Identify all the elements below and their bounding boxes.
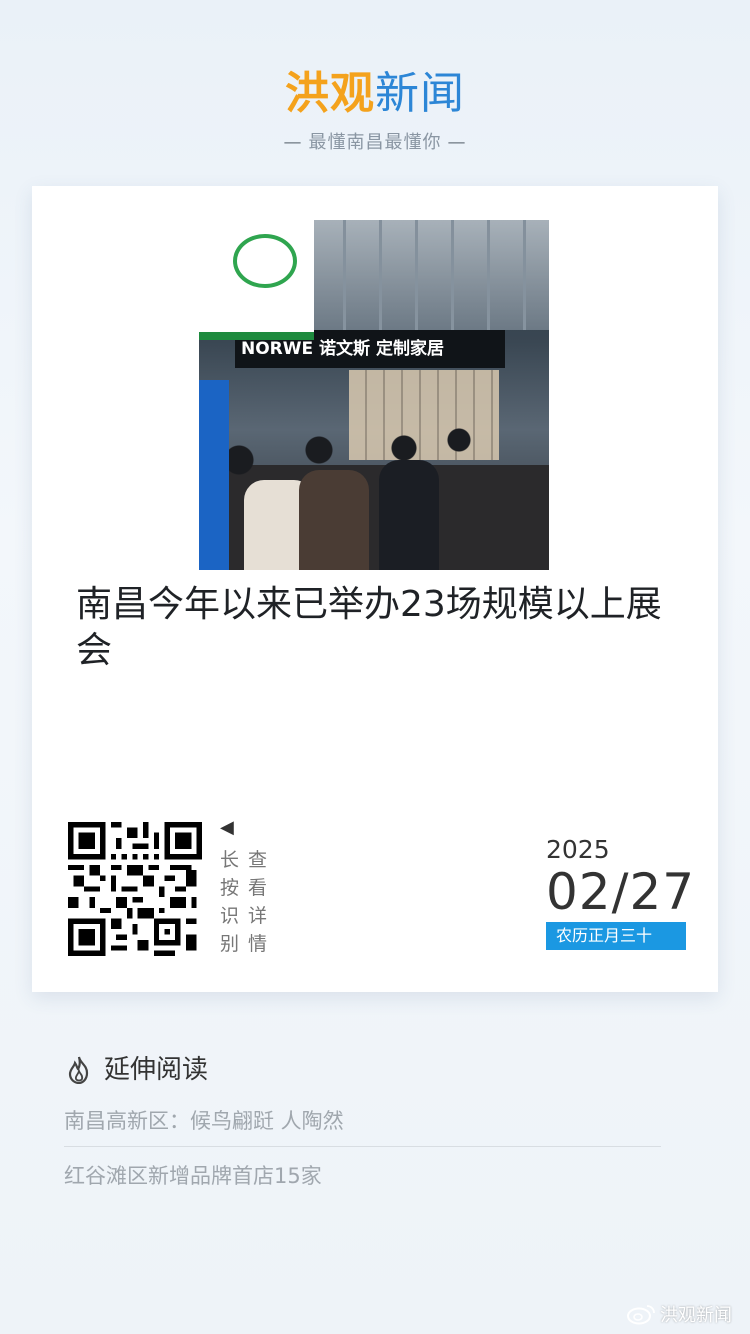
date-month-day: 02/27: [546, 863, 694, 921]
photo-booth-logo: [233, 234, 297, 288]
qr-code-icon: [68, 822, 202, 956]
slogan-dash-right: —: [447, 132, 467, 153]
date-block: 2025 02/27 农历正月三十: [546, 835, 694, 950]
news-photo: NORWE 诺文斯 定制家居: [199, 220, 549, 570]
slogan-text: 最懂南昌最懂你: [308, 132, 442, 153]
watermark-text: 洪观新闻: [660, 1305, 732, 1326]
date-day: 27: [629, 863, 696, 921]
brand-logo: 洪观新闻: [0, 66, 750, 122]
brand-logo-part2: 新闻: [375, 68, 465, 119]
related-header: 延伸阅读: [66, 1052, 208, 1088]
hint-text-col2: 查看详情: [248, 849, 268, 955]
photo-banner: [199, 380, 229, 570]
brand-header: 洪观新闻 — 最懂南昌最懂你 —: [0, 66, 750, 154]
weibo-icon: [627, 1305, 655, 1325]
hint-arrow-icon: ◀: [220, 817, 234, 838]
related-divider: [64, 1146, 661, 1147]
date-year: 2025: [546, 835, 610, 864]
related-title: 延伸阅读: [104, 1055, 209, 1085]
qr-hint: ◀ 长按识别 查看详情: [220, 818, 280, 958]
slogan-dash-left: —: [283, 132, 303, 153]
date-slash: /: [611, 863, 630, 921]
date-month: 02: [546, 863, 612, 921]
article-headline: 南昌今年以来已举办23场规模以上展会: [76, 584, 662, 671]
brand-slogan: — 最懂南昌最懂你 —: [0, 128, 750, 154]
weibo-watermark: 洪观新闻: [626, 1301, 732, 1327]
related-link[interactable]: 南昌高新区：候鸟翩跹 人陶然: [64, 1106, 661, 1136]
related-link[interactable]: 红谷滩区新增品牌首店15家: [64, 1161, 661, 1191]
share-card: NORWE 诺文斯 定制家居 南昌今年以来已举办23场规模以上展会 ◀ 长按识别…: [32, 186, 718, 992]
brand-logo-part1: 洪观: [285, 68, 375, 119]
flame-icon: [68, 1056, 89, 1084]
photo-person: [379, 460, 439, 570]
photo-person: [299, 470, 369, 570]
date-lunar-badge: 农历正月三十: [546, 922, 686, 950]
photo-booth: [199, 220, 314, 340]
qr-code[interactable]: [68, 822, 202, 956]
hint-text-col1: 长按识别: [220, 849, 240, 955]
